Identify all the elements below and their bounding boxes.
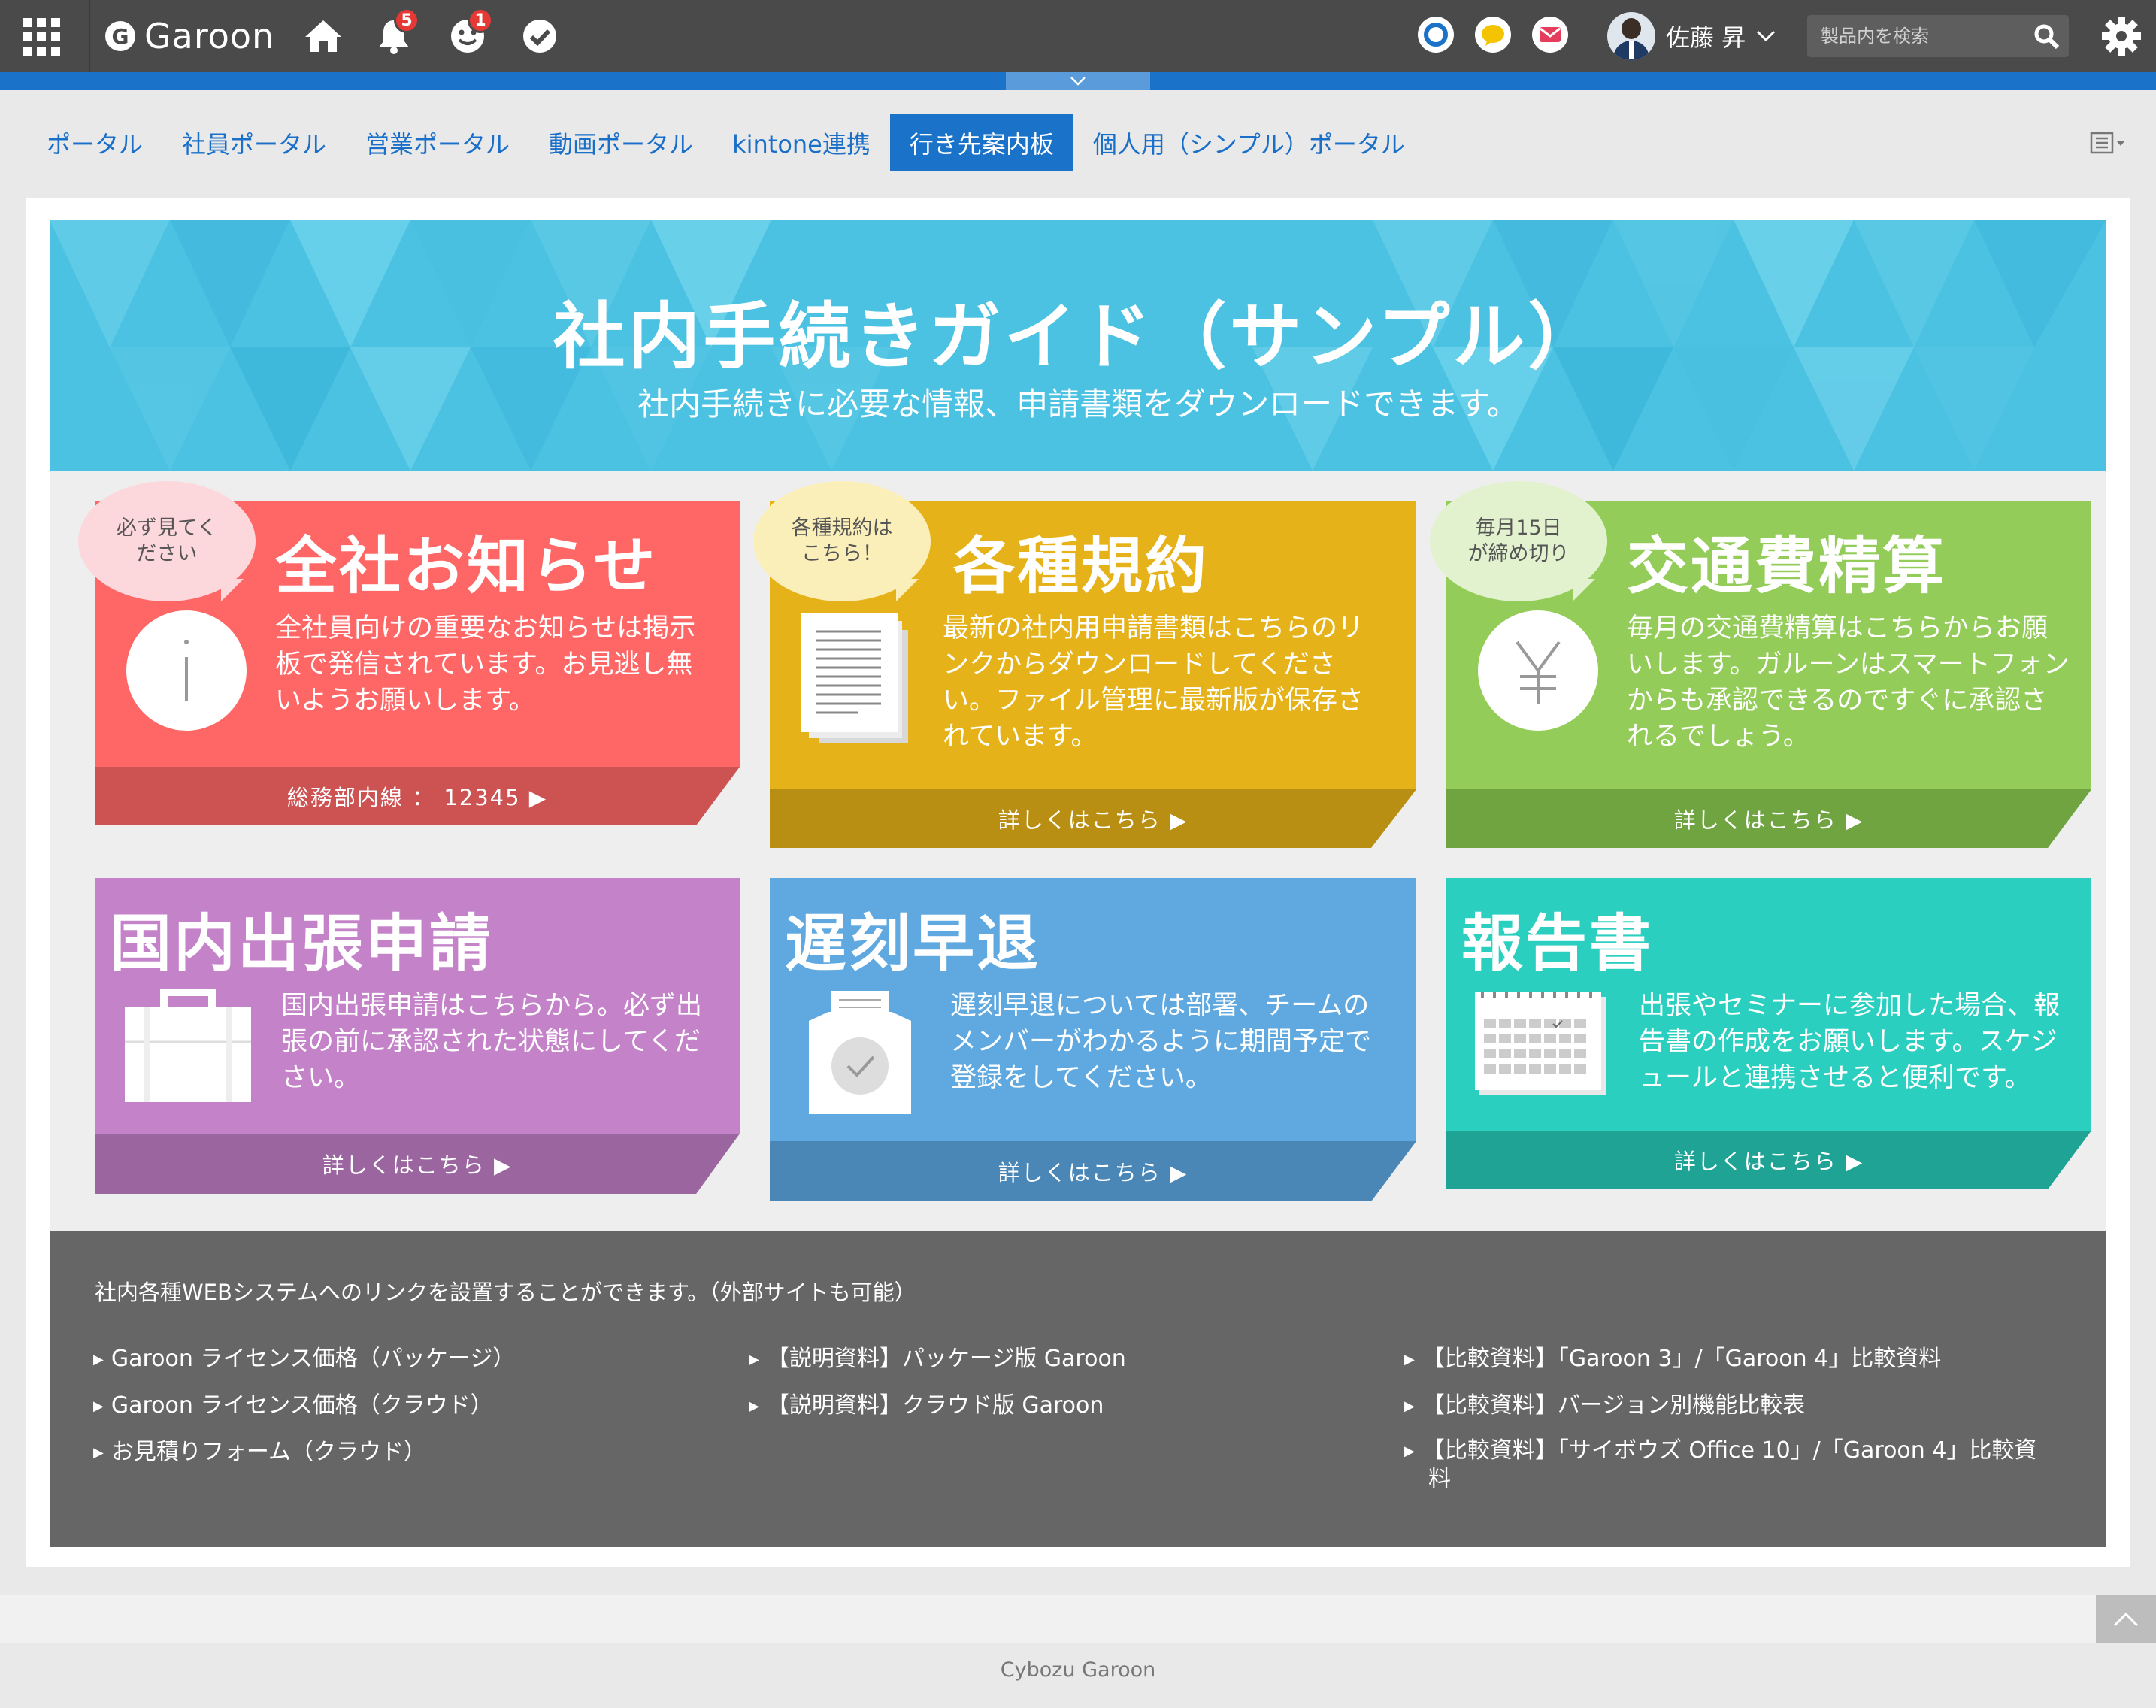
tile-regulations[interactable]: 各種規約は こちら！ 各種規約 最新の社内用申請書類はこちらのリンクからダウンロ…: [753, 481, 1416, 848]
tile-title: 各種規約: [953, 531, 1210, 602]
logo-mark: G: [105, 21, 135, 51]
info-icon: [126, 610, 247, 731]
header-collapse-toggle[interactable]: [1006, 72, 1150, 90]
tab-portal[interactable]: ポータル: [27, 114, 162, 171]
search-icon[interactable]: [2033, 23, 2060, 50]
tile-description: 国内出張申請はこちらから。必ず出張の前に承認された状態にしてください。: [281, 991, 703, 1093]
notification-badge: 5: [394, 8, 419, 33]
link-license-cloud[interactable]: ▶ Garoon ライセンス価格（クラウド）: [93, 1386, 493, 1419]
tile-footer-link[interactable]: 詳しくはこちら ▶: [1446, 789, 2091, 848]
avatar: [1607, 12, 1655, 60]
user-name: 佐藤 昇: [1666, 23, 1746, 52]
links-intro-text: 社内各種WEBシステムへのリンクを設置することができます。（外部サイトも可能）: [95, 1279, 916, 1305]
tile-business-trip[interactable]: 国内出張申請 国内出張申請はこちらから。必ず出張の前に承認された状態にしてくださ…: [95, 878, 740, 1194]
tile-travel-expenses[interactable]: 毎月15日 が締め切り 交通費精算 毎月の交通費精算はこちらからお願いします。ガ…: [1430, 481, 2091, 848]
tile-footer-link[interactable]: 総務部内線 ： 12345 ▶: [95, 767, 740, 825]
message-bubble-icon[interactable]: [1475, 17, 1511, 53]
reaction-smile-icon[interactable]: 1: [447, 8, 493, 57]
tile-title: 全社お知らせ: [275, 531, 658, 602]
app-menu-icon[interactable]: [23, 18, 60, 56]
tile-report[interactable]: 報告書 出張やセミナーに参加した場合、報告書の作成をお願いします。スケジュールと…: [1446, 878, 2091, 1189]
status-circle-icon[interactable]: [1418, 17, 1454, 53]
link-compare-office-g4-wrap[interactable]: 料: [1428, 1460, 1451, 1493]
link-compare-office-g4[interactable]: ▶ 【比較資料】「サイボウズ Office 10」/「Garoon 4」比較資: [1404, 1431, 2036, 1464]
garoon-logo[interactable]: G Garoon: [105, 15, 274, 57]
hero-banner: 社内手続きガイド（サンプル） 社内手続きに必要な情報、申請書類をダウンロードでき…: [50, 220, 2106, 471]
header-divider: [89, 0, 90, 72]
tab-kintone[interactable]: kintone連携: [713, 114, 890, 171]
tile-footer-link[interactable]: 詳しくはこちら ▶: [1446, 1131, 2091, 1189]
chevron-down-icon: [1070, 77, 1086, 86]
notification-bell-icon[interactable]: 5: [373, 8, 419, 57]
tile-description: 毎月の交通費精算はこちらからお願いします。ガルーンはスマートフォンからも承認でき…: [1627, 613, 2070, 752]
tile-late-early-leave[interactable]: 遅刻早退 遅刻早退については部署、チームのメンバーがわかるように期間予定で登録を…: [770, 878, 1416, 1201]
settings-gear-icon[interactable]: [2100, 15, 2142, 57]
tile-description: 全社員向けの重要なお知らせは掲示板で発信されています。お見逃し無いようお願いしま…: [275, 613, 696, 716]
chevron-down-icon: [1757, 30, 1776, 42]
tile-footer-link[interactable]: 詳しくはこちら ▶: [770, 789, 1416, 848]
tile-title: 交通費精算: [1627, 531, 1947, 602]
tile-footer-link[interactable]: 詳しくはこちら ▶: [95, 1134, 740, 1194]
favorite-check-icon[interactable]: [519, 15, 561, 57]
top-header: G Garoon 5 1 佐藤 昇: [0, 0, 2156, 72]
tile-company-notice[interactable]: 必ず見てく ださい 全社お知らせ 全社員向けの重要なお知らせは掲示板で発信されて…: [78, 481, 740, 825]
link-doc-cloud[interactable]: ▶ 【説明資料】クラウド版 Garoon: [749, 1386, 1104, 1419]
search-box: [1807, 15, 2069, 57]
hero-title: 社内手続きガイド（サンプル）: [553, 295, 1603, 379]
user-menu[interactable]: 佐藤 昇: [1607, 12, 1776, 60]
search-input[interactable]: [1807, 26, 2025, 47]
tile-title: 国内出張申請: [110, 908, 494, 980]
web-system-links-panel: 社内各種WEBシステムへのリンクを設置することができます。（外部サイトも可能） …: [50, 1231, 2106, 1547]
calendar-icon: [1475, 992, 1606, 1095]
link-license-package[interactable]: ▶ Garoon ライセンス価格（パッケージ）: [93, 1340, 515, 1373]
footer-strip: [0, 1595, 2156, 1643]
briefcase-icon: [125, 989, 251, 1102]
portal-list-menu-icon[interactable]: [2090, 128, 2132, 158]
link-compare-g3-g4[interactable]: ▶ 【比較資料】「Garoon 3」/「Garoon 4」比較資料: [1404, 1340, 1941, 1373]
hero-subtitle: 社内手続きに必要な情報、申請書類をダウンロードできます。: [637, 386, 1519, 422]
tab-sales-portal[interactable]: 営業ポータル: [346, 114, 529, 171]
portal-tabs: ポータル 社員ポータル 営業ポータル 動画ポータル kintone連携 行き先案…: [27, 114, 1425, 171]
tile-description: 最新の社内用申請書類はこちらのリンクからダウンロードしてください。ファイル管理に…: [943, 613, 1364, 752]
tab-video-portal[interactable]: 動画ポータル: [529, 114, 713, 171]
tile-description: 出張やセミナーに参加した場合、報告書の作成をお願いします。スケジュールと連携させ…: [1639, 991, 2061, 1093]
scroll-to-top-button[interactable]: [2096, 1595, 2156, 1643]
mail-icon[interactable]: [1532, 17, 1568, 53]
tab-personal-portal[interactable]: 個人用（シンプル）ポータル: [1073, 114, 1425, 171]
logo-text: Garoon: [144, 16, 275, 56]
yen-icon: [1478, 610, 1598, 731]
reaction-badge: 1: [468, 8, 493, 33]
tile-footer-link[interactable]: 詳しくはこちら ▶: [770, 1141, 1416, 1201]
tile-title: 遅刻早退: [785, 908, 1041, 980]
clock-card-icon: [809, 991, 911, 1114]
home-icon[interactable]: [302, 15, 344, 57]
chevron-up-icon: [2113, 1612, 2139, 1627]
tile-description: 遅刻早退については部署、チームのメンバーがわかるように期間予定で登録をしてくださ…: [950, 991, 1372, 1093]
link-doc-package[interactable]: ▶ 【説明資料】パッケージ版 Garoon: [749, 1340, 1126, 1373]
document-icon: [801, 613, 908, 743]
footer-copyright: Cybozu Garoon: [0, 1643, 2156, 1708]
tab-destination-board[interactable]: 行き先案内板: [889, 114, 1073, 171]
tile-title: 報告書: [1461, 908, 1654, 980]
link-compare-versions[interactable]: ▶ 【比較資料】バージョン別機能比較表: [1404, 1386, 1805, 1419]
link-estimate-form[interactable]: ▶ お見積りフォーム（クラウド）: [93, 1433, 426, 1466]
tab-employee-portal[interactable]: 社員ポータル: [162, 114, 346, 171]
